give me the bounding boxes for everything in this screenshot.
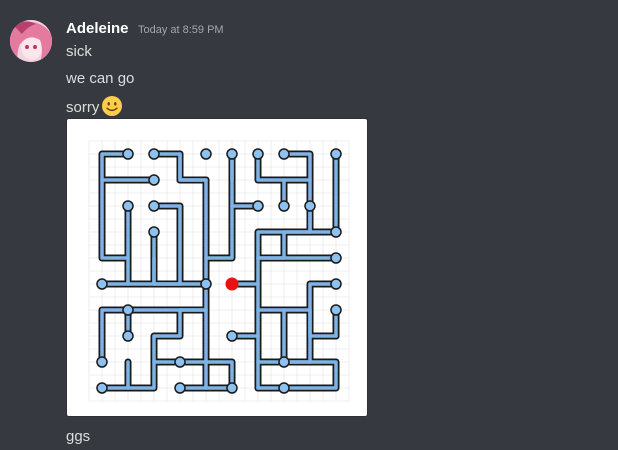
slightly-smiling-face-icon (102, 96, 123, 116)
message-text: sorry (66, 95, 123, 117)
message-text: ggs (66, 428, 91, 445)
anime-avatar-icon (10, 20, 52, 62)
avatar[interactable] (10, 20, 52, 62)
timestamp[interactable]: Today at 8:59 PM (138, 24, 224, 36)
message-group: Adeleine Today at 8:59 PM sick we can go… (0, 0, 618, 450)
message-text-content: sorry (66, 99, 100, 116)
message-text: we can go (66, 70, 135, 87)
message-text: sick (66, 43, 92, 60)
image-attachment[interactable] (66, 118, 368, 417)
username[interactable]: Adeleine (66, 20, 129, 37)
maze-puzzle-icon (88, 140, 350, 402)
message-header: Adeleine Today at 8:59 PM (66, 20, 224, 40)
